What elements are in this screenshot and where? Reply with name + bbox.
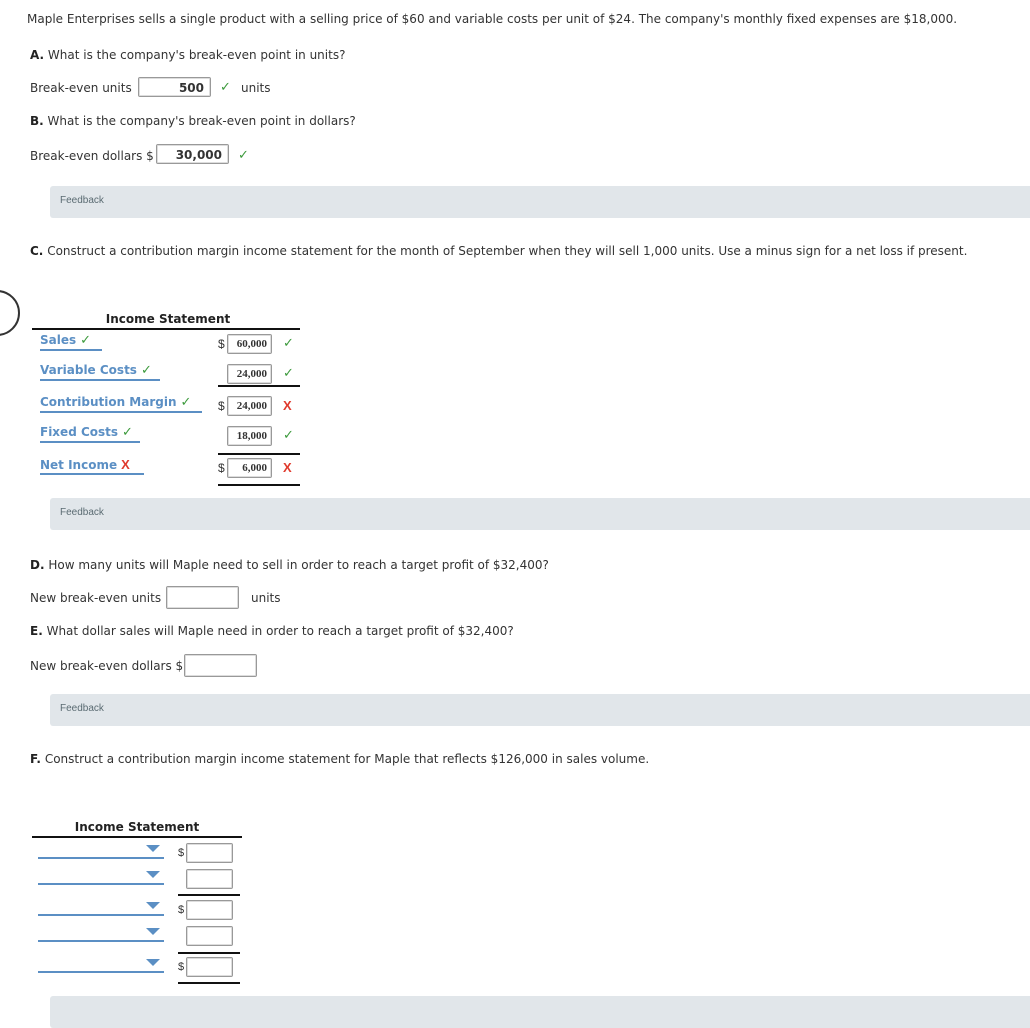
- feedback-label: Feedback: [60, 507, 104, 518]
- part-f-letter: F.: [30, 752, 41, 766]
- statement-c-row-label[interactable]: Sales ✓: [40, 333, 102, 351]
- row-label-text: Sales: [40, 333, 77, 347]
- value-correct-check-icon: ✓: [283, 366, 294, 381]
- label-correct-check-icon: ✓: [140, 363, 152, 378]
- feedback-panel-ab[interactable]: Feedback: [50, 186, 1030, 218]
- part-a-correct-check-icon: ✓: [220, 80, 231, 95]
- part-e-label: New break-even dollars $: [30, 659, 184, 673]
- statement-f-amount-input[interactable]: [186, 926, 233, 946]
- statement-f-amount-input[interactable]: [186, 843, 233, 863]
- part-a-units-suffix: units: [241, 81, 271, 95]
- label-correct-check-icon: ✓: [180, 395, 192, 410]
- break-even-dollars-input[interactable]: 30,000: [156, 144, 229, 164]
- statement-f-account-dropdown[interactable]: [38, 843, 164, 859]
- label-incorrect-x-icon: X: [121, 457, 130, 472]
- part-b-label: Break-even dollars $: [30, 149, 154, 163]
- part-d-question: D. How many units will Maple need to sel…: [30, 558, 549, 572]
- feedback-panel-c[interactable]: Feedback: [50, 498, 1030, 530]
- currency-symbol: $: [218, 461, 225, 475]
- problem-intro: Maple Enterprises sells a single product…: [27, 12, 958, 26]
- part-d-label: New break-even units: [30, 591, 162, 605]
- statement-f-subtotal-rule: [178, 952, 240, 954]
- feedback-label: Feedback: [60, 703, 104, 714]
- part-f-question-text: Construct a contribution margin income s…: [41, 752, 650, 766]
- feedback-label: Feedback: [60, 195, 104, 206]
- value-incorrect-x-icon: X: [283, 398, 292, 413]
- chevron-down-icon[interactable]: [146, 871, 160, 878]
- part-c-question-text: Construct a contribution margin income s…: [43, 244, 968, 258]
- income-statement-c-title: Income Statement: [105, 312, 231, 326]
- statement-f-subtotal-rule: [178, 982, 240, 984]
- value-correct-check-icon: ✓: [283, 336, 294, 351]
- part-e-question-text: What dollar sales will Maple need in ord…: [42, 624, 514, 638]
- part-d-units-suffix: units: [251, 591, 281, 605]
- part-e-letter: E.: [30, 624, 43, 638]
- part-d-question-text: How many units will Maple need to sell i…: [44, 558, 549, 572]
- part-b-question-text: What is the company's break-even point i…: [43, 114, 356, 128]
- row-label-text: Contribution Margin: [40, 395, 177, 409]
- statement-f-account-dropdown[interactable]: [38, 926, 164, 942]
- chevron-down-icon[interactable]: [146, 845, 160, 852]
- statement-c-amount-input[interactable]: 24,000: [227, 396, 272, 416]
- statement-c-subtotal-rule: [218, 385, 300, 387]
- value-correct-check-icon: ✓: [283, 428, 294, 443]
- statement-f-account-dropdown[interactable]: [38, 957, 164, 973]
- statement-c-top-rule: [32, 328, 300, 330]
- statement-f-amount-input[interactable]: [186, 900, 233, 920]
- chevron-down-icon[interactable]: [146, 902, 160, 909]
- currency-symbol: $: [218, 399, 225, 413]
- new-break-even-dollars-input[interactable]: [184, 654, 257, 677]
- label-correct-check-icon: ✓: [80, 333, 92, 348]
- break-even-units-input[interactable]: 500: [138, 77, 211, 97]
- label-correct-check-icon: ✓: [122, 425, 133, 440]
- currency-symbol: $: [178, 961, 185, 973]
- value-incorrect-x-icon: X: [283, 460, 292, 475]
- statement-f-account-dropdown[interactable]: [38, 900, 164, 916]
- income-statement-f-title: Income Statement: [74, 820, 200, 834]
- statement-c-amount-input[interactable]: 6,000: [227, 458, 272, 478]
- statement-c-row-label[interactable]: Variable Costs ✓: [40, 363, 160, 381]
- statement-c-row-label[interactable]: Contribution Margin ✓: [40, 395, 202, 413]
- statement-f-subtotal-rule: [178, 894, 240, 896]
- part-b-letter: B.: [30, 114, 44, 128]
- statement-c-amount-input[interactable]: 18,000: [227, 426, 272, 446]
- part-f-question: F. Construct a contribution margin incom…: [30, 752, 649, 766]
- part-e-question: E. What dollar sales will Maple need in …: [30, 624, 514, 638]
- row-label-text: Fixed Costs: [40, 425, 119, 439]
- part-b-question: B. What is the company's break-even poin…: [30, 114, 356, 128]
- statement-f-amount-input[interactable]: [186, 957, 233, 977]
- new-break-even-units-input[interactable]: [166, 586, 239, 609]
- chevron-down-icon[interactable]: [146, 928, 160, 935]
- feedback-panel-de[interactable]: Feedback: [50, 694, 1030, 726]
- statement-f-account-dropdown[interactable]: [38, 869, 164, 885]
- currency-symbol: $: [178, 847, 185, 859]
- side-nav-circle-button[interactable]: [0, 290, 20, 336]
- part-a-letter: A.: [30, 48, 45, 62]
- statement-c-amount-input[interactable]: 24,000: [227, 364, 272, 384]
- statement-c-subtotal-rule: [218, 453, 300, 455]
- part-c-question: C. Construct a contribution margin incom…: [30, 244, 967, 258]
- part-a-question: A. What is the company's break-even poin…: [30, 48, 345, 62]
- part-a-label: Break-even units: [30, 81, 132, 95]
- statement-c-row-label[interactable]: Net Income X: [40, 457, 144, 475]
- part-b-correct-check-icon: ✓: [238, 148, 249, 163]
- feedback-panel-f[interactable]: [50, 996, 1030, 1028]
- chevron-down-icon[interactable]: [146, 959, 160, 966]
- statement-c-amount-input[interactable]: 60,000: [227, 334, 272, 354]
- row-label-text: Net Income: [40, 458, 118, 472]
- part-a-question-text: What is the company's break-even point i…: [44, 48, 346, 62]
- part-c-letter: C.: [30, 244, 44, 258]
- currency-symbol: $: [218, 337, 225, 351]
- row-label-text: Variable Costs: [40, 363, 137, 377]
- statement-f-top-rule: [32, 836, 242, 838]
- currency-symbol: $: [178, 904, 185, 916]
- statement-c-subtotal-rule: [218, 484, 300, 486]
- statement-c-row-label[interactable]: Fixed Costs ✓: [40, 425, 140, 443]
- statement-f-amount-input[interactable]: [186, 869, 233, 889]
- part-d-letter: D.: [30, 558, 45, 572]
